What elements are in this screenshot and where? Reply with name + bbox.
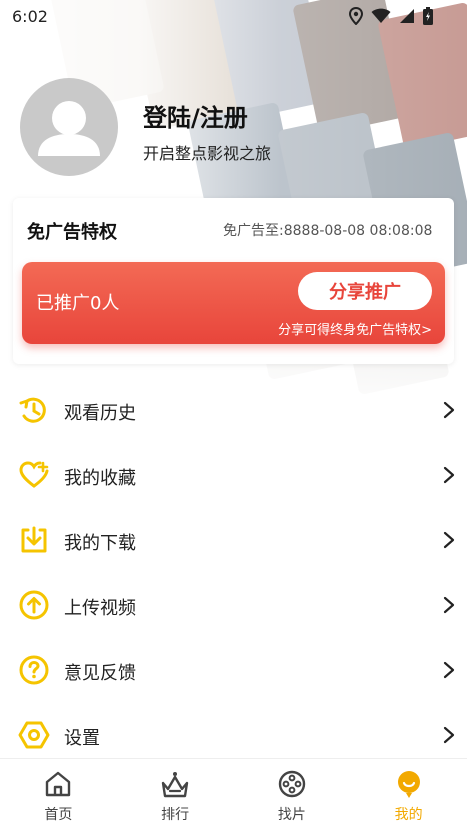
ranking-crown-icon [161,772,189,798]
ad-free-title: 免广告特权 [27,222,117,243]
ad-free-until: 免广告至:8888-08-08 08:08:08 [223,220,432,240]
nav-item-profile[interactable]: 我的 [350,759,467,830]
menu-label-settings: 设置 [64,728,100,749]
menu-list: 观看历史 我的收藏 我的下载 上传视频 意见反馈 设置 [0,378,467,768]
status-bar: 6:02 [0,0,467,32]
share-hint-link[interactable]: 分享可得终身免广告特权> [278,319,432,338]
film-reel-icon [278,770,306,798]
nav-item-ranking[interactable]: 排行 [117,759,234,830]
menu-label-history: 观看历史 [64,403,136,424]
battery-icon [423,7,433,25]
nav-label-profile: 我的 [394,807,423,823]
profile-icon [397,771,420,798]
login-subtitle: 开启整点影视之旅 [143,144,272,163]
promotion-box: 已推广0人 分享推广 分享可得终身免广告特权> [22,262,445,344]
ad-free-card: 免广告特权 免广告至:8888-08-08 08:08:08 已推广0人 分享推… [13,198,454,364]
wifi-icon [371,8,391,23]
bottom-navigation: 首页 排行 找片 我的 [0,758,467,830]
chevron-right-icon [443,401,455,419]
feedback-question-icon [19,655,49,685]
menu-label-downloads: 我的下载 [64,533,136,554]
chevron-right-icon [443,726,455,744]
favorite-heart-icon [19,461,49,488]
promoted-count: 已推广0人 [36,293,120,314]
menu-label-favorites: 我的收藏 [64,468,136,489]
upload-icon [19,590,49,620]
menu-label-feedback: 意见反馈 [64,663,136,684]
nav-label-find-film: 找片 [277,807,306,823]
ad-free-until-value: 8888-08-08 08:08:08 [283,223,433,239]
history-icon [19,397,46,423]
nav-item-home[interactable]: 首页 [0,759,117,830]
login-register-title[interactable]: 登陆/注册 [143,98,248,133]
menu-label-upload: 上传视频 [64,598,136,619]
chevron-right-icon [443,531,455,549]
signal-icon [400,9,414,23]
nav-label-home: 首页 [44,807,73,823]
settings-hexagon-icon [18,721,50,749]
menu-item-history[interactable]: 观看历史 [0,378,467,443]
nav-item-find-film[interactable]: 找片 [234,759,351,830]
menu-item-feedback[interactable]: 意见反馈 [0,638,467,703]
nav-label-ranking: 排行 [161,807,190,823]
default-user-icon [38,101,100,156]
status-time: 6:02 [12,6,48,26]
share-promote-button[interactable]: 分享推广 [298,272,432,310]
menu-item-upload[interactable]: 上传视频 [0,573,467,638]
avatar[interactable] [20,78,118,176]
location-icon [349,7,363,25]
menu-item-favorites[interactable]: 我的收藏 [0,443,467,508]
menu-item-downloads[interactable]: 我的下载 [0,508,467,573]
home-icon [46,771,71,797]
download-icon [21,526,47,553]
chevron-right-icon [443,596,455,614]
chevron-right-icon [443,466,455,484]
ad-free-until-label: 免广告至: [223,223,284,239]
chevron-right-icon [443,661,455,679]
